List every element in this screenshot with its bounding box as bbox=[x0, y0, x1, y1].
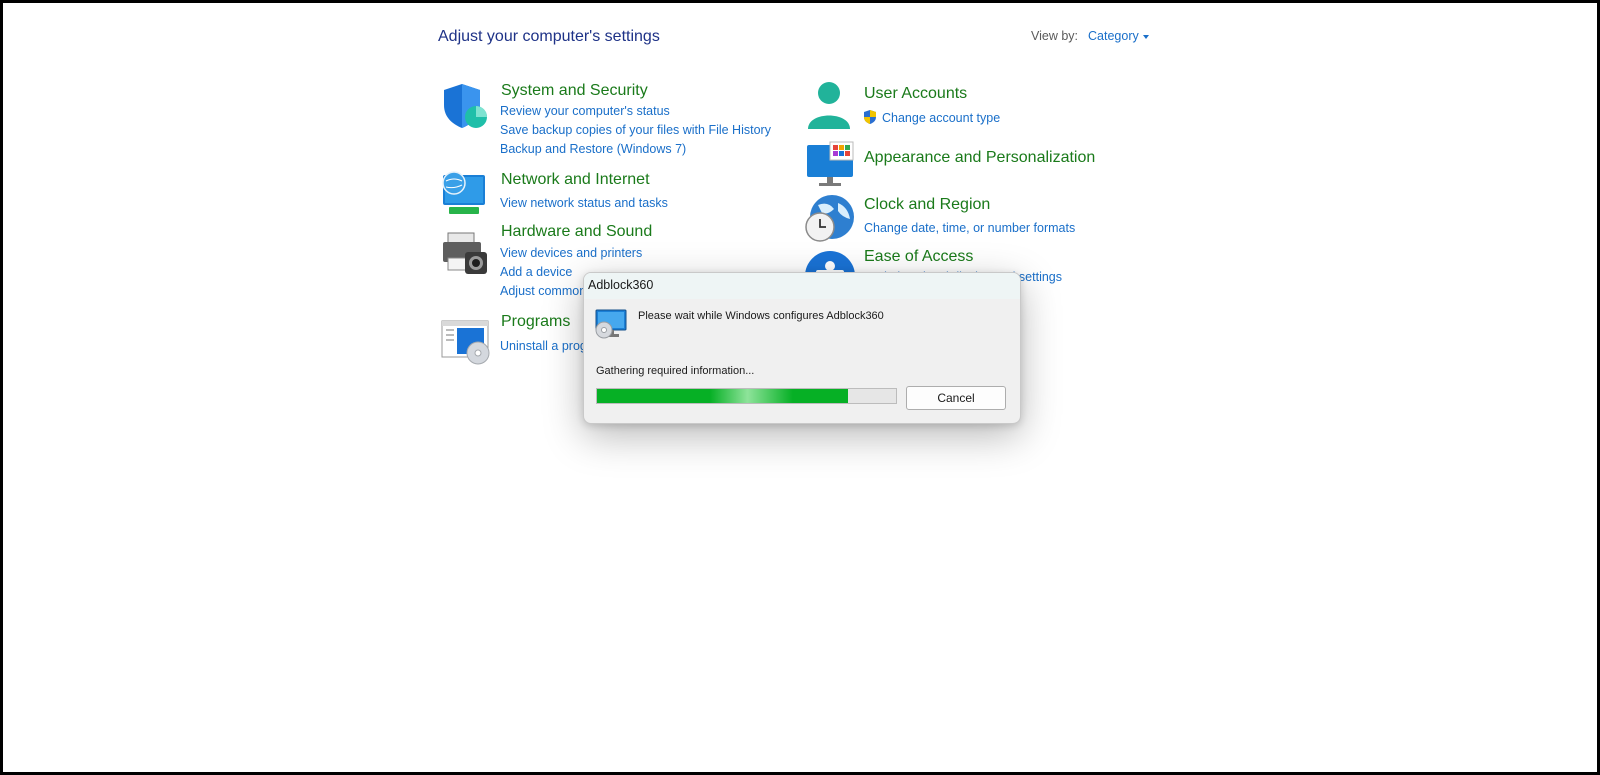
devices-printers-link[interactable]: View devices and printers bbox=[500, 246, 642, 260]
network-icon[interactable] bbox=[440, 169, 492, 221]
dialog-titlebar[interactable]: Adblock360 bbox=[584, 273, 1020, 299]
hardware-title[interactable]: Hardware and Sound bbox=[501, 223, 652, 241]
date-time-formats-link[interactable]: Change date, time, or number formats bbox=[864, 221, 1075, 235]
installer-disk-icon bbox=[594, 308, 628, 340]
clock-title[interactable]: Clock and Region bbox=[864, 196, 990, 214]
user-accounts-title[interactable]: User Accounts bbox=[864, 85, 967, 103]
view-by-value[interactable]: Category bbox=[1088, 29, 1139, 43]
dialog-status: Gathering required information... bbox=[596, 365, 755, 377]
uac-shield-icon bbox=[863, 109, 877, 125]
dialog-title: Adblock360 bbox=[588, 278, 654, 292]
view-by: View by: Category bbox=[1031, 29, 1149, 43]
printer-icon[interactable] bbox=[440, 230, 492, 282]
user-icon[interactable] bbox=[804, 81, 856, 133]
network-title[interactable]: Network and Internet bbox=[501, 171, 650, 189]
control-panel-window: Adjust your computer's settings View by:… bbox=[3, 3, 1597, 772]
view-by-label: View by: bbox=[1031, 29, 1079, 43]
change-account-type-link[interactable]: Change account type bbox=[882, 111, 1000, 125]
backup-restore-link[interactable]: Backup and Restore (Windows 7) bbox=[500, 142, 686, 156]
network-status-link[interactable]: View network status and tasks bbox=[500, 196, 668, 210]
page-title: Adjust your computer's settings bbox=[438, 28, 660, 45]
view-by-dropdown[interactable]: Category bbox=[1088, 29, 1149, 43]
shield-icon[interactable] bbox=[440, 81, 492, 133]
appearance-title[interactable]: Appearance and Personalization bbox=[864, 149, 1095, 167]
chevron-down-icon[interactable] bbox=[1142, 34, 1149, 39]
add-device-link[interactable]: Add a device bbox=[500, 265, 572, 279]
ease-title[interactable]: Ease of Access bbox=[864, 248, 973, 266]
review-status-link[interactable]: Review your computer's status bbox=[500, 104, 670, 118]
dialog-message: Please wait while Windows configures Adb… bbox=[638, 310, 884, 322]
system-security-title[interactable]: System and Security bbox=[501, 82, 648, 100]
file-history-link[interactable]: Save backup copies of your files with Fi… bbox=[500, 123, 771, 137]
progress-bar bbox=[596, 388, 897, 404]
installer-dialog: Adblock360 Please wait while Windows con… bbox=[583, 272, 1021, 424]
monitor-icon[interactable] bbox=[805, 141, 857, 193]
programs-title[interactable]: Programs bbox=[501, 313, 570, 331]
clock-globe-icon[interactable] bbox=[804, 193, 856, 245]
programs-icon[interactable] bbox=[440, 317, 492, 369]
cancel-button[interactable]: Cancel bbox=[906, 386, 1006, 410]
progress-fill bbox=[597, 389, 849, 403]
